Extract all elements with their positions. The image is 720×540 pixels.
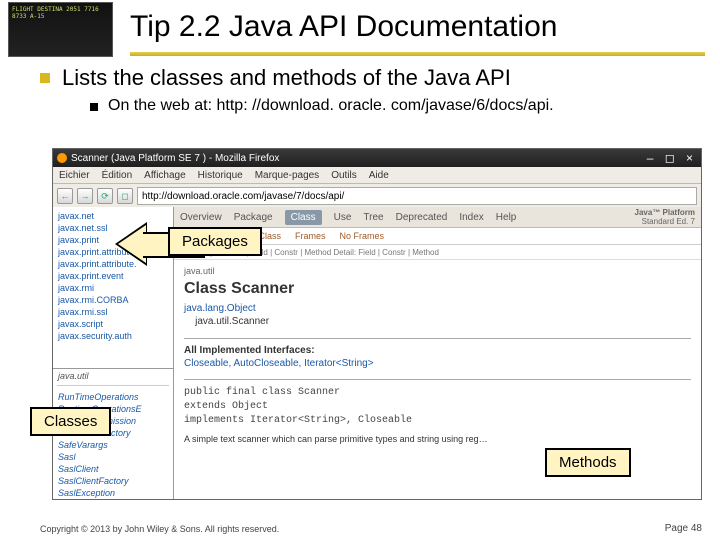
- packages-frame[interactable]: javax.net javax.net.ssl javax.print java…: [53, 207, 173, 369]
- class-link[interactable]: SaslClientFactory: [58, 476, 129, 486]
- brand-text: Java™ PlatformStandard Ed. 7: [635, 208, 695, 226]
- tab-use[interactable]: Use: [334, 212, 352, 223]
- window-title: Scanner (Java Platform SE 7 ) - Mozilla …: [71, 153, 279, 164]
- tab-deprecated[interactable]: Deprecated: [396, 212, 448, 223]
- reload-button[interactable]: ⟳: [97, 188, 113, 204]
- javadoc-tabs: Overview Package Class Use Tree Deprecat…: [174, 207, 701, 228]
- classes-header: java.util: [53, 369, 173, 383]
- stop-button[interactable]: ◻: [117, 188, 133, 204]
- tab-help[interactable]: Help: [496, 212, 517, 223]
- class-declaration: public final class Scanner extends Objec…: [184, 386, 691, 428]
- callout-methods: Methods: [545, 448, 631, 477]
- url-text: http://download.oracle.com/javase/7/docs…: [142, 191, 344, 202]
- class-link[interactable]: RunTimeOperations: [58, 392, 138, 402]
- noframes-link[interactable]: No Frames: [340, 231, 385, 241]
- menu-bar: Eichier Édition Affichage Historique Mar…: [53, 167, 701, 184]
- menu-edit[interactable]: Édition: [102, 170, 133, 181]
- callout-packages: Packages: [168, 227, 262, 256]
- tab-tree[interactable]: Tree: [363, 212, 383, 223]
- class-description: A simple text scanner which can parse pr…: [184, 434, 691, 444]
- menu-help[interactable]: Aide: [369, 170, 389, 181]
- package-label: java.util: [184, 266, 691, 276]
- menu-view[interactable]: Affichage: [144, 170, 186, 181]
- tab-index[interactable]: Index: [459, 212, 483, 223]
- arrow-right-icon: →: [81, 191, 90, 201]
- inh-object[interactable]: java.lang.Object: [184, 303, 256, 314]
- bullet-subsquare-icon: [90, 103, 98, 111]
- package-link[interactable]: javax.net: [58, 210, 168, 222]
- package-link[interactable]: javax.print: [58, 234, 168, 246]
- class-link[interactable]: SafeVarargs: [58, 440, 108, 450]
- tab-class[interactable]: Class: [285, 210, 322, 225]
- package-link[interactable]: javax.rmi.ssl: [58, 306, 168, 318]
- package-link[interactable]: javax.print.event: [58, 270, 168, 282]
- address-bar[interactable]: http://download.oracle.com/javase/7/docs…: [137, 187, 697, 205]
- package-link[interactable]: javax.script: [58, 318, 168, 330]
- menu-tools[interactable]: Outils: [331, 170, 357, 181]
- class-link[interactable]: Sasl: [58, 452, 76, 462]
- divider: [184, 379, 691, 380]
- all-implemented-interfaces-label: All Implemented Interfaces:: [184, 345, 691, 356]
- package-link[interactable]: javax.security.auth: [58, 330, 168, 342]
- menu-file[interactable]: Eichier: [59, 170, 90, 181]
- window-titlebar: Scanner (Java Platform SE 7 ) - Mozilla …: [53, 149, 701, 167]
- frames-link[interactable]: Frames: [295, 231, 326, 241]
- bullet-list: Lists the classes and methods of the Jav…: [40, 65, 700, 115]
- reload-icon: ⟳: [101, 191, 109, 202]
- bullet-square-icon: [40, 73, 50, 83]
- bullet-level1: Lists the classes and methods of the Jav…: [40, 65, 700, 91]
- window-buttons[interactable]: – ◻ ×: [647, 151, 697, 165]
- page-number: Page 48: [665, 523, 702, 534]
- tab-overview[interactable]: Overview: [180, 212, 222, 223]
- bullet-text-1: Lists the classes and methods of the Jav…: [62, 65, 511, 91]
- callout-classes: Classes: [30, 407, 111, 436]
- package-link[interactable]: javax.net.ssl: [58, 222, 168, 234]
- bullet-text-2: On the web at: http: //download. oracle.…: [108, 97, 554, 115]
- copyright-footer: Copyright © 2013 by John Wiley & Sons. A…: [40, 524, 279, 534]
- arrow-left-icon: ←: [61, 191, 70, 201]
- firefox-icon: [57, 153, 67, 163]
- class-link[interactable]: SaslException: [58, 488, 115, 498]
- tab-package[interactable]: Package: [234, 212, 273, 223]
- package-link[interactable]: javax.print.attribute: [58, 246, 168, 258]
- menu-bookmarks[interactable]: Marque-pages: [255, 170, 319, 181]
- class-title: Class Scanner: [184, 280, 691, 298]
- stop-icon: ◻: [121, 191, 128, 202]
- package-link[interactable]: javax.rmi: [58, 282, 168, 294]
- inh-scanner: java.util.Scanner: [195, 316, 269, 327]
- inheritance-tree: java.lang.Object java.util.Scanner: [184, 302, 691, 328]
- slide-title: Tip 2.2 Java API Documentation: [130, 10, 557, 44]
- package-link[interactable]: javax.print.attribute.: [58, 258, 168, 270]
- decor-board: FLIGHT DESTINA 2051 7716 8733 A-15: [8, 2, 113, 57]
- menu-history[interactable]: Historique: [198, 170, 243, 181]
- forward-button[interactable]: →: [77, 188, 93, 204]
- title-underline: [130, 52, 705, 56]
- package-link[interactable]: javax.rmi.CORBA: [58, 294, 168, 306]
- class-link[interactable]: SaslClient: [58, 464, 99, 474]
- toolbar: ← → ⟳ ◻ http://download.oracle.com/javas…: [53, 184, 701, 209]
- implemented-interfaces: Closeable, AutoCloseable, Iterator<Strin…: [184, 358, 691, 369]
- divider: [184, 338, 691, 339]
- bullet-level2: On the web at: http: //download. oracle.…: [90, 97, 700, 115]
- back-button[interactable]: ←: [57, 188, 73, 204]
- divider: [57, 385, 169, 386]
